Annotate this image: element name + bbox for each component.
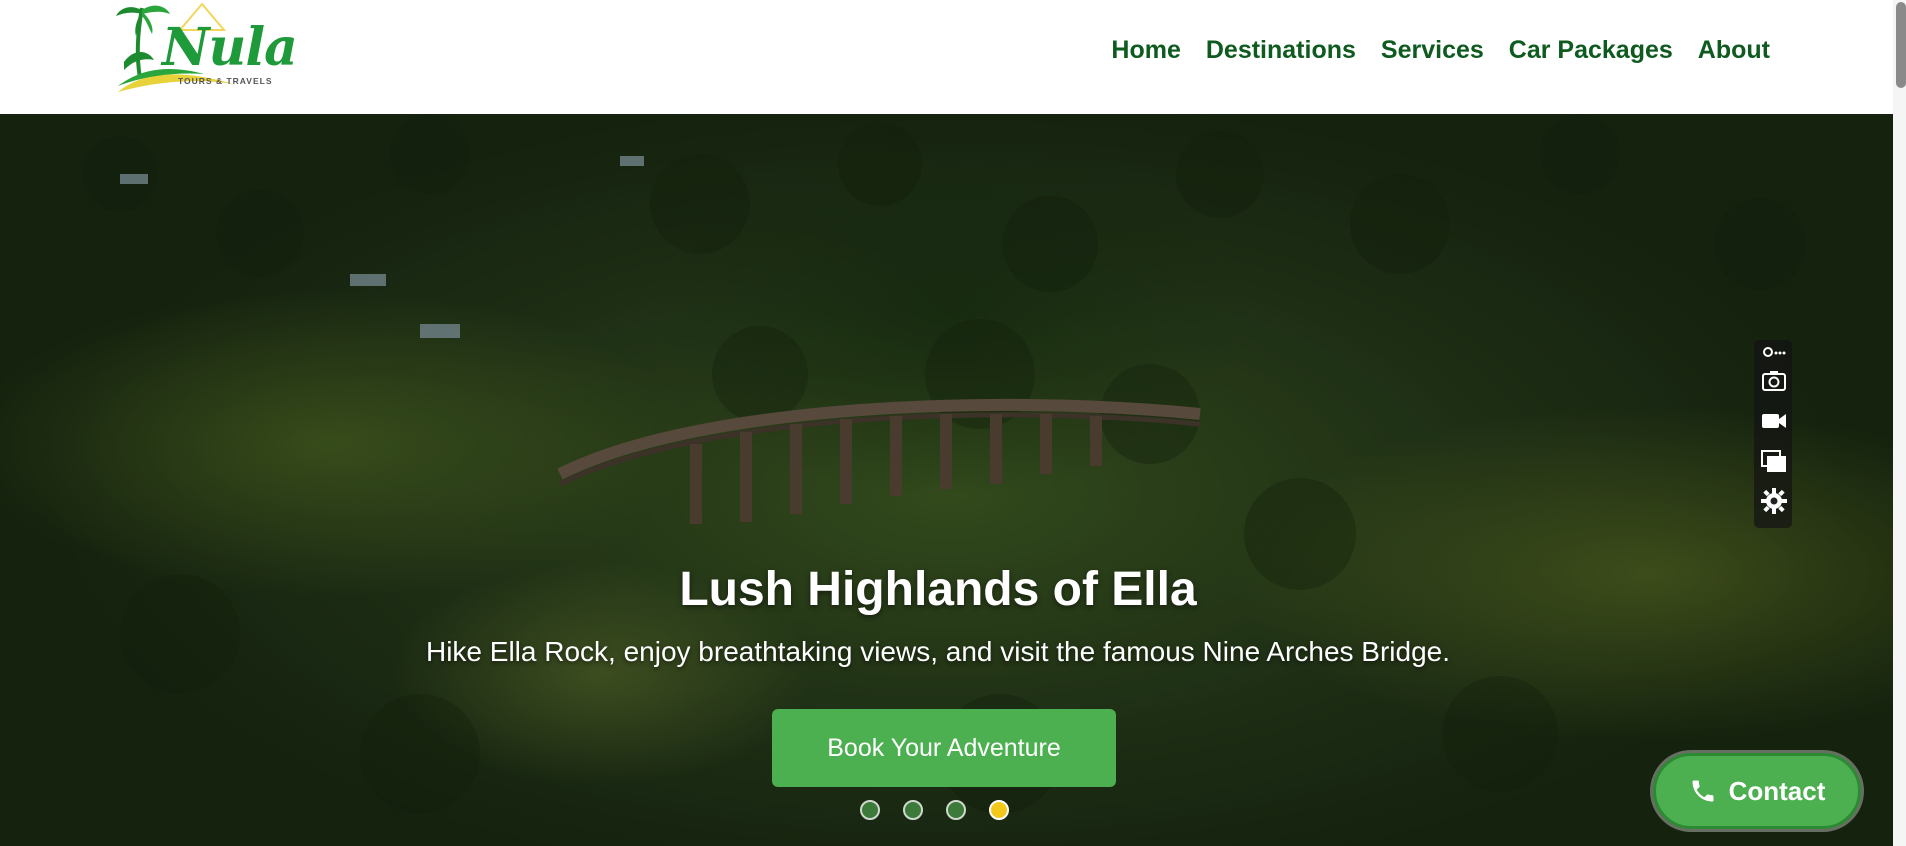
hero-subtitle: Hike Ella Rock, enjoy breathtaking views… (425, 636, 1451, 667)
phone-icon (1692, 780, 1714, 802)
brand-tagline: TOURS & TRAVELS (178, 76, 273, 86)
gear-icon[interactable] (1761, 488, 1787, 514)
video-icon[interactable] (1761, 408, 1787, 434)
copy-window-icon[interactable] (1761, 448, 1787, 474)
slide-indicators (860, 800, 1009, 820)
scrollbar-thumb[interactable] (1896, 2, 1906, 88)
book-adventure-button[interactable]: Book Your Adventure (772, 709, 1116, 787)
page-scrollbar[interactable] (1893, 0, 1906, 846)
nav-home[interactable]: Home (1111, 36, 1180, 65)
hero-title: Lush Highlands of Ella (679, 563, 1197, 616)
hero-section: Lush Highlands of Ella Hike Ella Rock, e… (0, 114, 1893, 846)
brand-name: Nula (162, 17, 298, 78)
contact-button[interactable]: Contact (1653, 753, 1861, 829)
slide-dot-1[interactable] (860, 800, 880, 820)
contact-label: Contact (1728, 775, 1826, 806)
logo[interactable]: Nula TOURS & TRAVELS (114, 0, 298, 96)
nav-destinations[interactable]: Destinations (1206, 36, 1356, 65)
capture-toolbar (1754, 340, 1792, 528)
nav-car-packages[interactable]: Car Packages (1509, 36, 1673, 65)
site-header: Nula TOURS & TRAVELS Home Destinations S… (0, 0, 1893, 114)
link-more-icon[interactable] (1761, 344, 1787, 360)
camera-icon[interactable] (1761, 368, 1787, 394)
nav-services[interactable]: Services (1381, 36, 1484, 65)
slide-dot-2[interactable] (903, 800, 923, 820)
slide-dot-3[interactable] (946, 800, 966, 820)
nav-about[interactable]: About (1698, 36, 1770, 65)
main-nav: Home Destinations Services Car Packages … (1111, 36, 1770, 65)
slide-dot-4-active[interactable] (989, 800, 1009, 820)
